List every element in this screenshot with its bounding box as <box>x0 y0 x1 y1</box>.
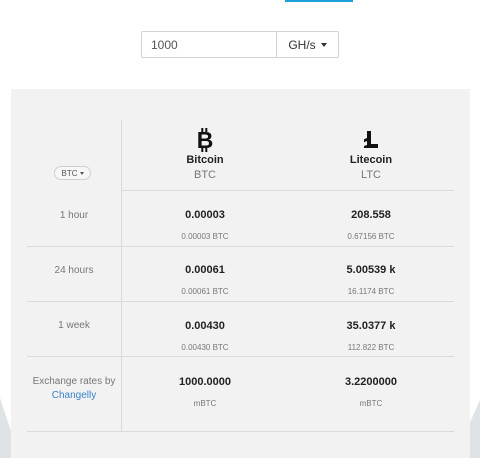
coin-header-litecoin: Litecoin LTC <box>291 128 451 181</box>
earning-value: 208.558 <box>351 209 391 221</box>
coin-symbol: LTC <box>361 169 381 181</box>
row-divider <box>27 246 454 247</box>
profit-table-panel: BTC B Bitcoin BTC Litecoin LTC 1 hour 0.… <box>11 89 470 458</box>
row-divider <box>27 431 454 432</box>
unit-label: GH/s <box>288 37 316 52</box>
cell-ltc-1-hour: 208.558 0.67156 BTC <box>271 209 471 241</box>
exchange-rates-text: Exchange rates by <box>32 376 116 387</box>
cell-ltc-24-hours: 5.00539 k 16.1174 BTC <box>271 264 471 296</box>
exchange-rate-value: 3.2200000 <box>345 376 397 388</box>
hashrate-input-group: GH/s <box>141 31 339 58</box>
caret-down-icon <box>79 171 84 175</box>
earning-btc-value: 0.67156 BTC <box>347 232 395 241</box>
litecoin-icon <box>364 131 378 148</box>
coin-header-bitcoin: B Bitcoin BTC <box>125 128 285 181</box>
currency-selector[interactable]: BTC <box>54 166 91 180</box>
cell-ltc-exchange-rate: 3.2200000 mBTC <box>271 376 471 408</box>
hashrate-input[interactable] <box>141 31 276 58</box>
cell-ltc-1-week: 35.0377 k 112.822 BTC <box>271 320 471 352</box>
caret-down-icon <box>320 42 327 47</box>
row-divider <box>27 301 454 302</box>
earning-btc-value: 16.1174 BTC <box>347 287 395 296</box>
bitcoin-icon: B <box>197 128 214 152</box>
earning-value: 5.00539 k <box>346 264 396 276</box>
row-divider <box>121 190 454 191</box>
top-accent-bar <box>285 0 353 2</box>
exchange-rate-unit: mBTC <box>359 399 383 408</box>
coin-name: Bitcoin <box>186 154 224 166</box>
earning-btc-value: 112.822 BTC <box>347 343 395 352</box>
svg-text:B: B <box>197 128 214 152</box>
coin-symbol: BTC <box>194 169 216 181</box>
earning-value: 35.0377 k <box>346 320 396 332</box>
currency-selector-label: BTC <box>61 168 78 178</box>
row-divider <box>27 356 454 357</box>
coin-name: Litecoin <box>349 154 393 166</box>
unit-dropdown-button[interactable]: GH/s <box>276 31 339 58</box>
